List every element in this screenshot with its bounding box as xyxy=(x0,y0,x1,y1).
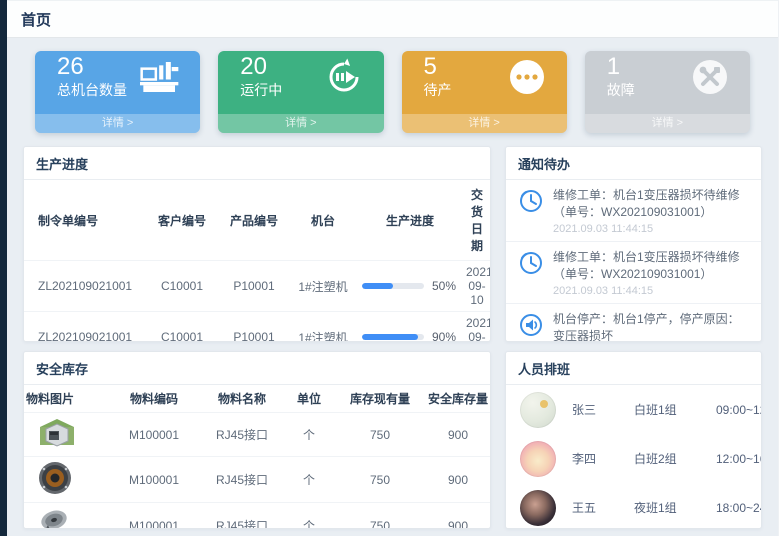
app-root: { "window": { "title": "首页" }, "theme": … xyxy=(0,0,779,536)
column-header: 单位 xyxy=(284,385,334,413)
page-title: 首页 xyxy=(21,9,51,30)
notification-time: 2021.09.03 11:44:15 xyxy=(553,223,749,235)
speaker-icon xyxy=(518,312,544,338)
card-detail-link[interactable]: 详情 > xyxy=(402,114,567,133)
card-label: 故障 xyxy=(607,80,635,100)
notification-time: 2021.09.03 11:44:15 xyxy=(553,285,749,297)
machine-icon xyxy=(140,57,180,97)
staff-time: 09:00~12:00 xyxy=(716,403,762,417)
panel-title: 人员排班 xyxy=(506,352,761,385)
progress-bar: 90% xyxy=(358,330,462,342)
staff-shift: 白班2组 xyxy=(634,450,716,467)
card-value: 26 xyxy=(57,53,127,81)
card-label: 总机台数量 xyxy=(57,80,127,100)
column-header: 客户编号 xyxy=(146,180,218,261)
card-value: 1 xyxy=(607,53,635,81)
card-label: 待产 xyxy=(424,80,452,100)
staff-shift: 白班1组 xyxy=(634,401,716,418)
staff-name: 张三 xyxy=(572,401,634,418)
column-header: 安全库存量 xyxy=(426,385,490,413)
notification-item: 机台停产：机台1停产，停产原因：变压器损坏 2021.09.03 11:44:1… xyxy=(506,304,761,342)
column-header: 物料名称 xyxy=(200,385,284,413)
panel-title: 安全库存 xyxy=(24,352,490,385)
cycle-icon xyxy=(324,57,364,97)
production-progress-panel: 生产进度 制令单编号 客户编号 产品编号 机台 生产进度 交货日期 xyxy=(23,146,491,342)
table-row: M100001 RJ45接口 个 750 900 xyxy=(24,457,490,503)
staff-row: 李四 白班2组 12:00~16:00 xyxy=(506,434,761,483)
clock-icon xyxy=(518,250,544,276)
staff-name: 王五 xyxy=(572,499,634,516)
notification-text: 机台停产：机台1停产，停产原因：变压器损坏 xyxy=(553,311,749,342)
ellipsis-icon xyxy=(507,57,547,97)
card-main: 5 待产 xyxy=(402,51,567,114)
card-value: 5 xyxy=(424,53,452,81)
avatar xyxy=(520,441,556,477)
column-header: 产品编号 xyxy=(218,180,290,261)
notification-item: 维修工单：机台1变压器损坏待维修（单号：WX202109031001） 2021… xyxy=(506,242,761,304)
column-header: 制令单编号 xyxy=(24,180,146,261)
avatar xyxy=(520,490,556,526)
column-header: 物料编码 xyxy=(108,385,200,413)
stat-card-fault[interactable]: 1 故障 xyxy=(585,51,750,133)
card-main: 1 故障 xyxy=(585,51,750,114)
notification-item: 维修工单：机台1变压器损坏待维修（单号：WX202109031001） 2021… xyxy=(506,180,761,242)
column-header: 机台 xyxy=(290,180,356,261)
table-row: ZL202109021001 C10001 P10001 1#注塑机 50% 2… xyxy=(24,261,490,312)
column-header: 物料图片 xyxy=(24,385,108,413)
panel-title: 生产进度 xyxy=(24,147,490,180)
staff-time: 18:00~24:00 xyxy=(716,501,762,515)
column-header: 库存现有量 xyxy=(334,385,426,413)
stat-card-total-machines[interactable]: 26 总机台数量 详情 > xyxy=(35,51,200,133)
tools-icon xyxy=(690,57,730,97)
content: 26 总机台数量 详情 > xyxy=(7,38,778,529)
column-header: 交货日期 xyxy=(464,180,490,261)
clock-icon xyxy=(518,188,544,214)
card-main: 20 运行中 xyxy=(218,51,383,114)
staff-row: 王五 夜班1组 18:00~24:00 xyxy=(506,483,761,529)
notification-text: 维修工单：机台1变压器损坏待维修（单号：WX202109031001） xyxy=(553,249,749,284)
speaker-side-image xyxy=(38,507,72,529)
staff-time: 12:00~16:00 xyxy=(716,452,762,466)
safety-stock-panel: 安全库存 物料图片 物料编码 物料名称 单位 库存现有量 安全库存量 xyxy=(23,351,491,529)
notifications-panel: 通知待办 维修工单：机台1变压器损坏待维修（单号：WX202109031001）… xyxy=(505,146,762,342)
speaker-front-image xyxy=(38,461,72,498)
panel-title: 通知待办 xyxy=(506,147,761,180)
table-row: M100001 RJ45接口 个 750 900 xyxy=(24,413,490,457)
notification-text: 维修工单：机台1变压器损坏待维修（单号：WX202109031001） xyxy=(553,187,749,222)
table-header-row: 物料图片 物料编码 物料名称 单位 库存现有量 安全库存量 xyxy=(24,385,490,413)
main-area: 首页 26 总机台数量 xyxy=(7,0,778,536)
staff-shift: 夜班1组 xyxy=(634,499,716,516)
column-header: 生产进度 xyxy=(356,180,464,261)
sidebar-sliver xyxy=(0,0,7,536)
card-value: 20 xyxy=(240,53,282,81)
card-detail-link[interactable]: 详情 > xyxy=(35,114,200,133)
card-label: 运行中 xyxy=(240,80,282,100)
card-detail-link[interactable]: 详情 > xyxy=(218,114,383,133)
card-main: 26 总机台数量 xyxy=(35,51,200,114)
stat-card-pending[interactable]: 5 待产 详情 > xyxy=(402,51,567,133)
rj45-connector-image xyxy=(38,417,76,452)
production-table: 制令单编号 客户编号 产品编号 机台 生产进度 交货日期 ZL202109021… xyxy=(24,180,490,342)
topbar: 首页 xyxy=(7,0,778,38)
staff-name: 李四 xyxy=(572,450,634,467)
progress-bar: 50% xyxy=(358,279,462,293)
staff-row: 张三 白班1组 09:00~12:00 xyxy=(506,385,761,434)
table-header-row: 制令单编号 客户编号 产品编号 机台 生产进度 交货日期 xyxy=(24,180,490,261)
staff-schedule-panel: 人员排班 张三 白班1组 09:00~12:00 李四 白班2组 12:00~1… xyxy=(505,351,762,529)
panels-row-bottom: 安全库存 物料图片 物料编码 物料名称 单位 库存现有量 安全库存量 xyxy=(23,351,762,529)
panels-row-top: 生产进度 制令单编号 客户编号 产品编号 机台 生产进度 交货日期 xyxy=(23,146,762,342)
inventory-table: 物料图片 物料编码 物料名称 单位 库存现有量 安全库存量 xyxy=(24,385,490,529)
table-row: M100001 RJ45接口 个 750 900 xyxy=(24,503,490,530)
table-row: ZL202109021001 C10001 P10001 1#注塑机 90% 2… xyxy=(24,312,490,343)
stat-cards-row: 26 总机台数量 详情 > xyxy=(23,51,762,133)
stat-card-running[interactable]: 20 运行中 详情 > xyxy=(218,51,383,133)
card-detail-link[interactable]: 详情 > xyxy=(585,114,750,133)
avatar xyxy=(520,392,556,428)
